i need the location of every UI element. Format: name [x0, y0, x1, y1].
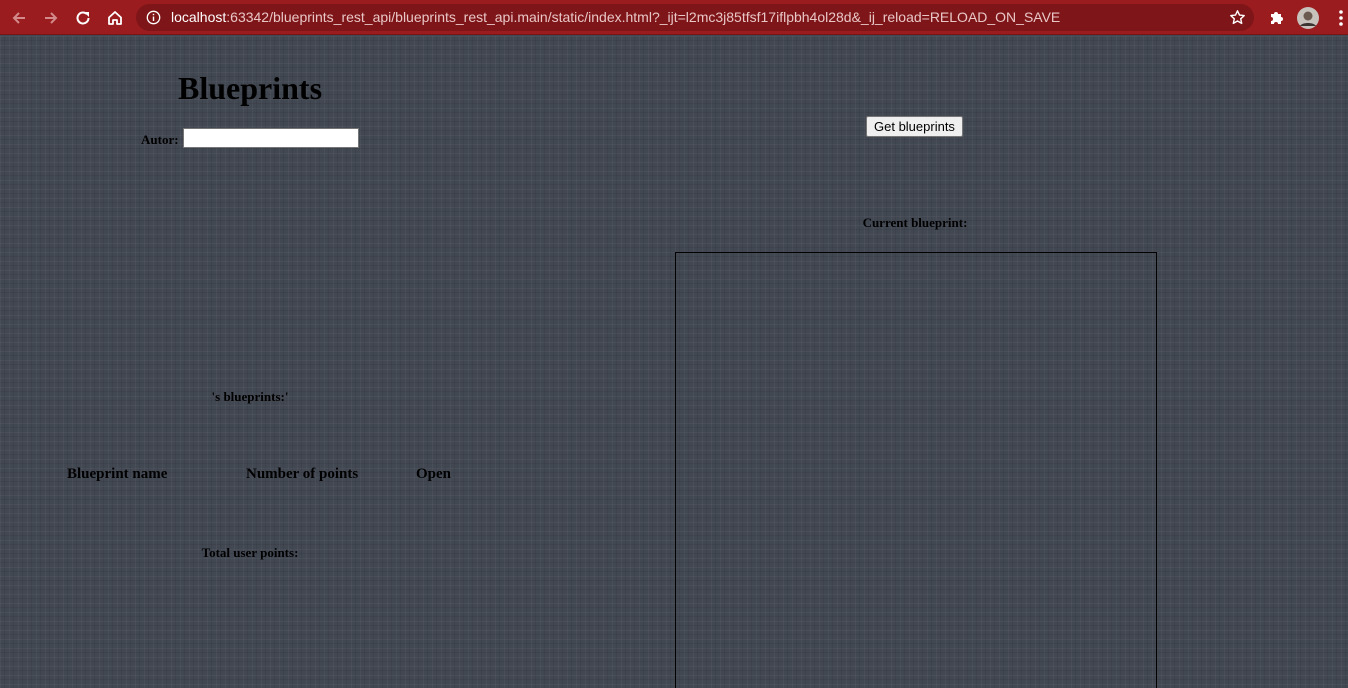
get-blueprints-button[interactable]: Get blueprints — [866, 116, 963, 137]
url-host: localhost — [171, 9, 227, 25]
avatar[interactable] — [1295, 5, 1321, 31]
url-text[interactable]: localhost:63342/blueprints_rest_api/blue… — [171, 4, 1060, 31]
browser-toolbar: localhost:63342/blueprints_rest_api/blue… — [0, 0, 1348, 35]
table-header-blueprint-name: Blueprint name — [67, 466, 168, 482]
url-path: :63342/blueprints_rest_api/blueprints_re… — [226, 9, 1061, 25]
author-label: Autor: — [141, 132, 179, 147]
star-icon[interactable] — [1229, 9, 1246, 26]
back-arrow-icon[interactable] — [6, 5, 32, 31]
table-header-open: Open — [416, 466, 452, 482]
current-blueprint-label: Current blueprint: — [862, 215, 968, 230]
info-icon[interactable] — [146, 10, 161, 25]
forward-arrow-icon[interactable] — [38, 5, 64, 31]
reload-icon[interactable] — [70, 5, 96, 31]
owner-blueprints-label: 's blueprints:' — [211, 389, 289, 404]
home-icon[interactable] — [102, 5, 128, 31]
table-header-number-of-points: Number of points — [246, 466, 359, 482]
kebab-menu-icon[interactable] — [1328, 5, 1348, 31]
blueprint-canvas[interactable] — [675, 252, 1157, 688]
page-title: Blueprints — [177, 70, 323, 106]
address-bar[interactable]: localhost:63342/blueprints_rest_api/blue… — [136, 4, 1254, 31]
page-content: Blueprints Autor: Get blueprints 's blue… — [0, 36, 1348, 688]
author-input[interactable] — [183, 128, 359, 148]
total-user-points-label: Total user points: — [201, 545, 299, 560]
puzzle-icon[interactable] — [1263, 5, 1289, 31]
